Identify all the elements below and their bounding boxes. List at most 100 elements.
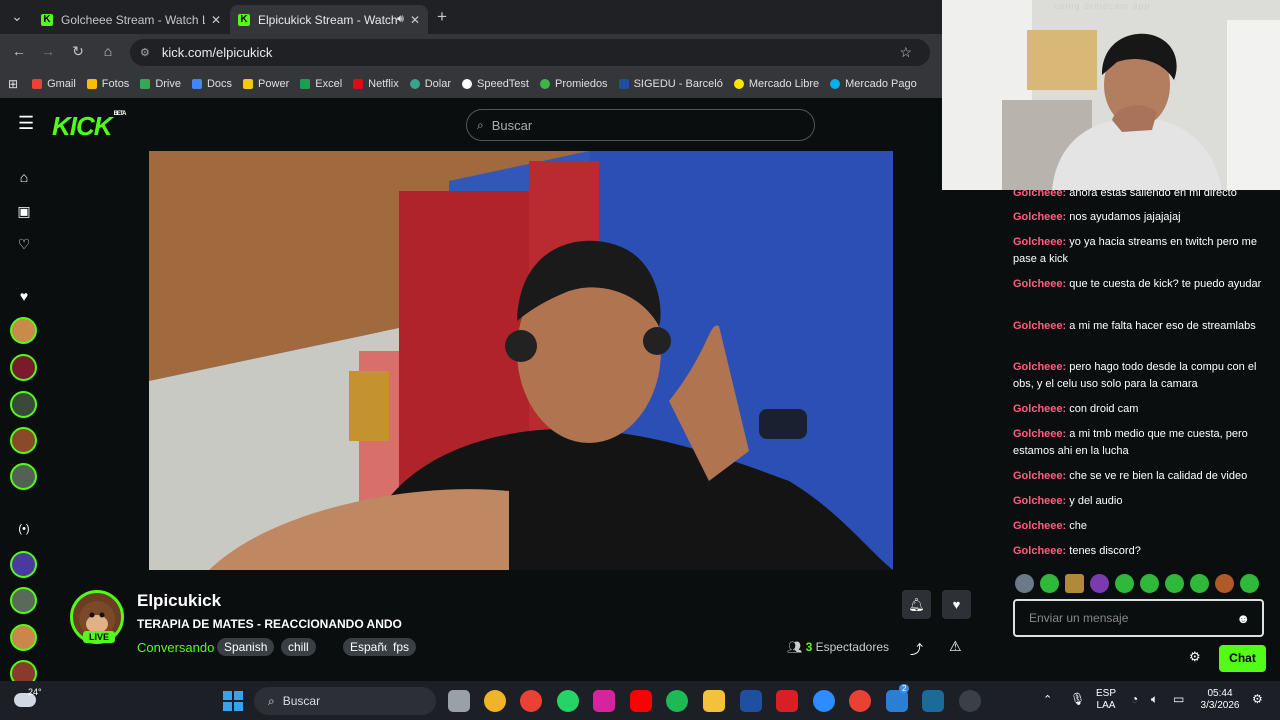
webcam-watermark: using droidcam app (1054, 1, 1151, 11)
bookmark-netflix[interactable]: Netflix (353, 78, 399, 90)
forward-icon[interactable]: → (39, 43, 57, 59)
app-b-icon[interactable] (740, 690, 762, 712)
emote-icon[interactable] (1215, 574, 1234, 593)
bookmark-sigedu[interactable]: SIGEDU - Barceló (618, 78, 723, 90)
tab-elpicukick[interactable]: K Elpicukick Stream - Watch L 🔊︎ ✕ (230, 5, 428, 34)
bookmark-dolar[interactable]: Dolar (409, 78, 451, 90)
copilot-icon[interactable] (484, 690, 506, 712)
close-icon[interactable]: ✕ (410, 13, 420, 27)
stream-info: LIVE Elpicukick TERAPIA DE MATES - REACC… (47, 570, 997, 681)
windows-start-icon[interactable] (222, 690, 244, 712)
emote-icon[interactable] (1090, 574, 1109, 593)
site-info-icon[interactable]: ⚙ (140, 46, 150, 59)
emote-icon[interactable] (1240, 574, 1259, 593)
bookmark-speedtest[interactable]: SpeedTest (462, 78, 529, 90)
followed-channel-avatar[interactable] (10, 354, 37, 381)
browse-icon[interactable]: ▣ (14, 203, 34, 220)
new-tab-icon[interactable]: + (433, 7, 451, 27)
notifications-icon[interactable]: ⚙ (1252, 692, 1263, 706)
bookmark-docs[interactable]: Docs (191, 78, 232, 90)
tag-chip[interactable]: Spanish (217, 638, 275, 656)
notification-bell-button[interactable]: 🔔︎ (902, 590, 931, 619)
apps-grid-icon[interactable]: ⊞ (8, 77, 18, 91)
followed-channel-avatar[interactable] (10, 317, 37, 344)
chat-message: Golcheee: y del audio (1013, 495, 1123, 507)
file-explorer-icon[interactable] (703, 690, 725, 712)
sigedu-icon (618, 79, 629, 89)
windows-taskbar: 24° ⌕ Buscar 2 ⌃ 🎙︎ ESP LAA ◔ 🔈︎ ▭ 05:44… (0, 681, 1280, 720)
emote-icon[interactable] (1190, 574, 1209, 593)
kick-logo[interactable]: KICK BETA (52, 111, 126, 142)
chrome-profile-icon[interactable] (849, 690, 871, 712)
bookmark-mercado-pago[interactable]: Mercado Pago (830, 78, 917, 90)
recommended-channel-avatar[interactable] (10, 551, 37, 578)
video-player[interactable] (149, 151, 893, 570)
chat-message: Golcheee: nos ayudamos jajajajaj (1013, 211, 1181, 223)
home-icon[interactable]: ⌂ (14, 169, 34, 185)
acrobat-icon[interactable] (776, 690, 798, 712)
menu-icon[interactable]: ☰ (18, 113, 34, 134)
recommended-channel-avatar[interactable] (10, 587, 37, 614)
task-view-icon[interactable] (448, 690, 470, 712)
search-input[interactable]: ⌕ Buscar (466, 109, 815, 141)
bookmark-excel[interactable]: Excel (300, 78, 342, 90)
volume-icon[interactable]: 🔈︎ (1151, 692, 1158, 707)
tab-golcheee[interactable]: K Golcheee Stream - Watch Live o ✕ (33, 5, 229, 34)
bookmark-power[interactable]: Power (243, 78, 289, 90)
followed-heart-icon: ♥ (19, 288, 29, 304)
followed-channel-avatar[interactable] (10, 427, 37, 454)
home-icon[interactable]: ⌂ (99, 43, 117, 59)
close-icon[interactable]: ✕ (211, 13, 221, 27)
url-input[interactable]: ⚙ kick.com/elpicukick ☆ (130, 39, 930, 66)
chat-message-input[interactable]: Enviar un mensaje ☻ (1013, 599, 1264, 637)
excel-icon (300, 79, 311, 89)
chevron-up-icon[interactable]: ⌃ (1043, 693, 1052, 706)
emote-icon[interactable] (1040, 574, 1059, 593)
following-heart-icon[interactable]: ♡ (14, 236, 34, 253)
chat-settings-gear-icon[interactable]: ⚙ (1189, 649, 1201, 665)
obs-icon[interactable] (959, 690, 981, 712)
emoji-icon[interactable]: ☻ (1236, 611, 1250, 626)
weather-widget[interactable]: 24° (14, 687, 42, 711)
recommended-channel-avatar[interactable] (10, 624, 37, 651)
emote-icon[interactable] (1140, 574, 1159, 593)
language-indicator[interactable]: ESP LAA (1096, 688, 1116, 712)
reload-icon[interactable]: ↻ (69, 43, 87, 60)
follow-heart-button[interactable]: ♥ (942, 590, 971, 619)
bookmark-gmail[interactable]: Gmail (32, 78, 76, 90)
emote-icon[interactable] (1115, 574, 1134, 593)
zoom-icon[interactable] (813, 690, 835, 712)
store-icon[interactable]: 2 (886, 684, 910, 712)
followed-channel-avatar[interactable] (10, 463, 37, 490)
share-icon[interactable]: ⤴ (910, 639, 923, 658)
followed-channel-avatar[interactable] (10, 391, 37, 418)
bookmark-drive[interactable]: Drive (140, 78, 181, 90)
category-link[interactable]: Conversando (137, 640, 214, 655)
wifi-icon[interactable]: ◔ (1131, 692, 1138, 706)
tag-chip[interactable]: fps (386, 638, 417, 656)
app-tile-icon[interactable] (922, 690, 944, 712)
taskbar-search-input[interactable]: ⌕ Buscar (254, 687, 436, 715)
bookmark-star-icon[interactable]: ☆ (899, 44, 912, 61)
bookmark-promiedos[interactable]: Promiedos (539, 78, 608, 90)
battery-icon[interactable]: ▭ (1173, 692, 1184, 706)
microphone-icon[interactable]: 🎙︎ (1070, 692, 1085, 706)
instagram-icon[interactable] (593, 690, 615, 712)
emote-icon[interactable] (1015, 574, 1034, 593)
channel-name[interactable]: Elpicukick (137, 591, 221, 611)
bookmark-fotos[interactable]: Fotos (86, 78, 129, 90)
tab-list-icon[interactable]: ⌄ (8, 8, 26, 25)
tag-chip[interactable]: chill (281, 638, 316, 656)
clock[interactable]: 05:44 3/3/2026 (1198, 688, 1242, 712)
send-chat-button[interactable]: Chat (1219, 645, 1266, 672)
emote-icon[interactable] (1065, 574, 1084, 593)
whatsapp-icon[interactable] (557, 690, 579, 712)
report-warning-icon[interactable]: ⚠ (949, 638, 962, 655)
speaker-icon[interactable]: 🔊︎ (397, 13, 404, 26)
emote-icon[interactable] (1165, 574, 1184, 593)
chrome-icon[interactable] (520, 690, 542, 712)
youtube-icon[interactable] (630, 690, 652, 712)
bookmark-mercado-libre[interactable]: Mercado Libre (733, 78, 819, 90)
spotify-icon[interactable] (666, 690, 688, 712)
back-icon[interactable]: ← (10, 43, 28, 59)
